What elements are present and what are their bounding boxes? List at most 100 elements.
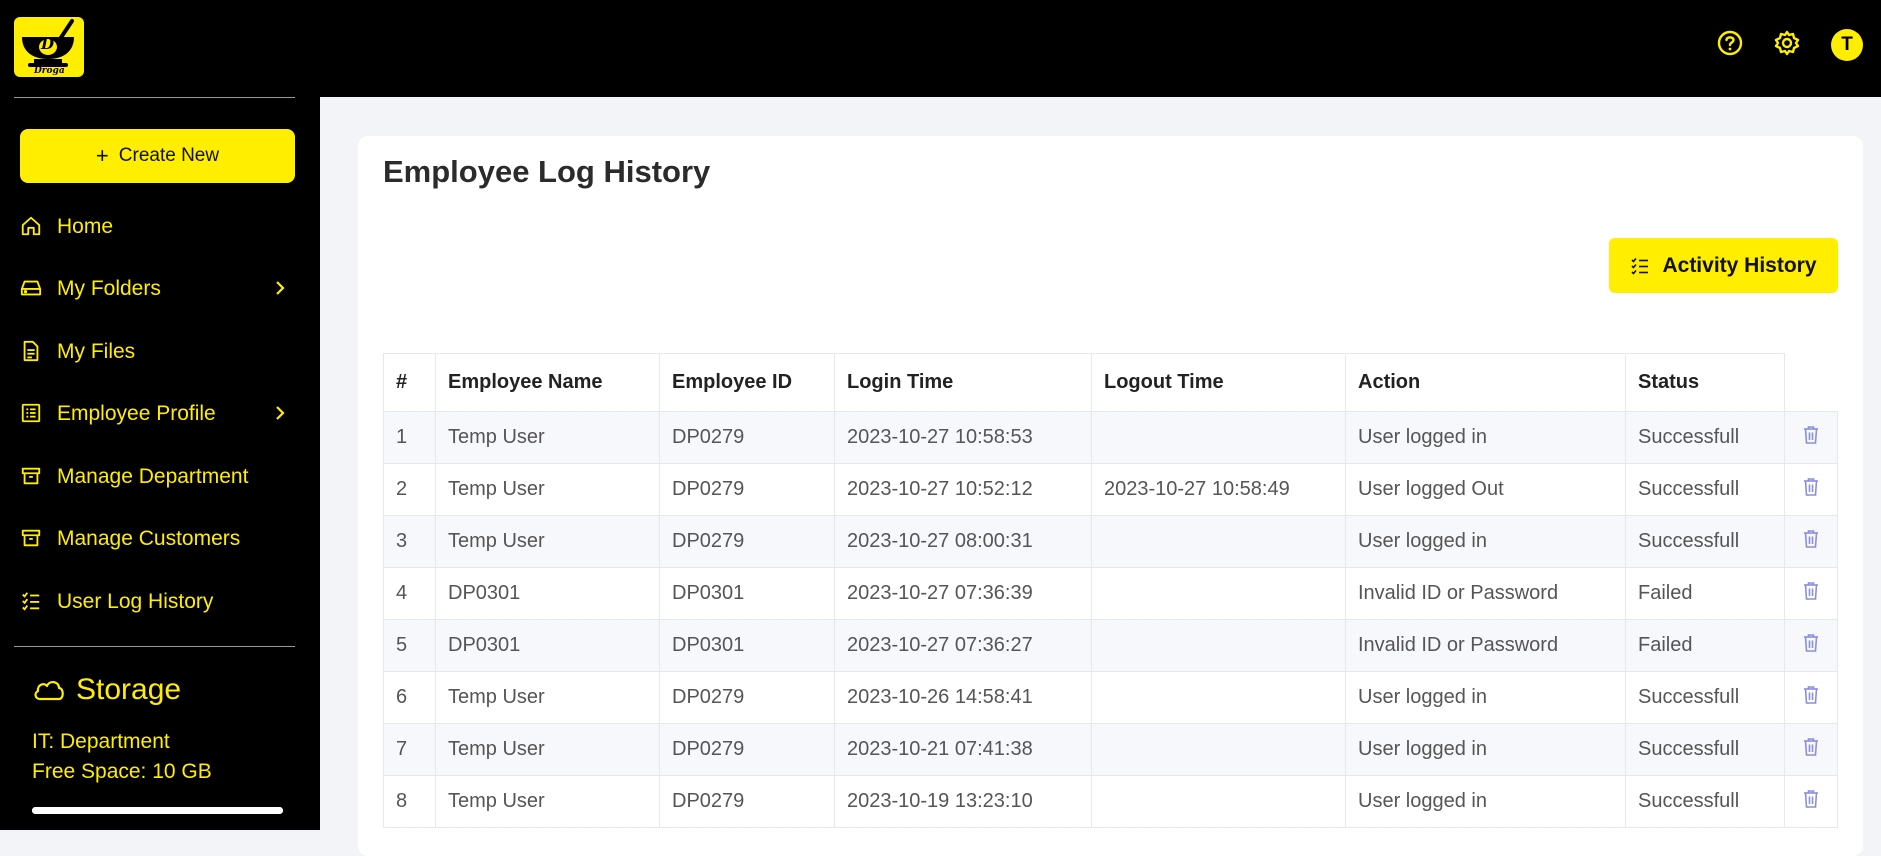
column-header[interactable]: Employee ID bbox=[659, 353, 835, 412]
table-cell: DP0301 bbox=[435, 619, 660, 672]
logo-letter: D bbox=[41, 35, 55, 53]
table-cell: 2023-10-27 10:52:12 bbox=[834, 463, 1092, 516]
column-header[interactable]: Login Time bbox=[834, 353, 1092, 412]
table-row[interactable]: 7 Temp User DP0279 2023-10-21 07:41:38 User … bbox=[383, 723, 1838, 776]
table-cell-actions bbox=[1784, 411, 1838, 464]
trash-icon[interactable] bbox=[1802, 477, 1820, 497]
table-cell: DP0301 bbox=[659, 619, 835, 672]
table-cell: 2023-10-27 10:58:49 bbox=[1091, 463, 1346, 516]
table-cell: Invalid ID or Password bbox=[1345, 567, 1626, 620]
table-cell: 2 bbox=[383, 463, 436, 516]
table-cell: 4 bbox=[383, 567, 436, 620]
table-cell-actions bbox=[1784, 463, 1838, 516]
sidebar-item-user-log-history[interactable]: User Log History bbox=[20, 582, 300, 622]
column-header[interactable]: # bbox=[383, 353, 436, 412]
table-row[interactable]: 1 Temp User DP0279 2023-10-27 10:58:53 User … bbox=[383, 411, 1838, 464]
column-header[interactable]: Logout Time bbox=[1091, 353, 1346, 412]
table-cell bbox=[1091, 619, 1346, 672]
table-cell: DP0279 bbox=[659, 723, 835, 776]
table-row[interactable]: 5 DP0301 DP0301 2023-10-27 07:36:27 Invalid … bbox=[383, 619, 1838, 672]
sidebar-item-manage-customers[interactable]: Manage Customers bbox=[20, 519, 300, 559]
table-row[interactable]: 3 Temp User DP0279 2023-10-27 08:00:31 User … bbox=[383, 515, 1838, 568]
table-cell: DP0301 bbox=[435, 567, 660, 620]
settings-button[interactable] bbox=[1771, 27, 1803, 59]
employee-log-table: # Employee Name Employee ID Login Time Logou… bbox=[383, 353, 1838, 828]
table-cell: DP0279 bbox=[659, 775, 835, 828]
storage-title-label: Storage bbox=[76, 673, 182, 706]
sidebar-item-label: Manage Department bbox=[57, 465, 249, 488]
table-cell: User logged in bbox=[1345, 515, 1626, 568]
table-cell-actions bbox=[1784, 567, 1838, 620]
sidebar-item-manage-department[interactable]: Manage Department bbox=[20, 457, 300, 497]
table-cell: 5 bbox=[383, 619, 436, 672]
archive-icon bbox=[20, 465, 44, 489]
table-row[interactable]: 4 DP0301 DP0301 2023-10-27 07:36:39 Invalid … bbox=[383, 567, 1838, 620]
table-cell: 2023-10-27 07:36:39 bbox=[834, 567, 1092, 620]
sidebar-item-home[interactable]: Home bbox=[20, 207, 300, 247]
create-new-label: Create New bbox=[118, 145, 220, 166]
avatar[interactable]: T bbox=[1831, 29, 1863, 61]
activity-history-button[interactable]: Activity History bbox=[1609, 238, 1838, 293]
table-cell: User logged Out bbox=[1345, 463, 1626, 516]
storage-title: Storage bbox=[32, 673, 181, 707]
create-new-button[interactable]: + Create New bbox=[20, 129, 295, 183]
sidebar-item-label: My Files bbox=[57, 340, 136, 363]
trash-icon[interactable] bbox=[1802, 581, 1820, 601]
trash-icon[interactable] bbox=[1802, 425, 1820, 445]
table-row[interactable]: 6 Temp User DP0279 2023-10-26 14:58:41 User … bbox=[383, 671, 1838, 724]
table-cell bbox=[1091, 567, 1346, 620]
column-header[interactable]: Action bbox=[1345, 353, 1626, 412]
table-cell: 3 bbox=[383, 515, 436, 568]
storage-free-space: Free Space: 10 GB bbox=[32, 760, 212, 783]
help-button[interactable] bbox=[1714, 27, 1746, 59]
help-icon bbox=[1717, 30, 1743, 56]
storage-department: IT: Department bbox=[32, 730, 170, 753]
table-cell-actions bbox=[1784, 723, 1838, 776]
table-cell: 2023-10-26 14:58:41 bbox=[834, 671, 1092, 724]
table-cell: Temp User bbox=[435, 775, 660, 828]
sidebar-item-my-folders[interactable]: My Folders bbox=[20, 269, 300, 309]
column-header-actions bbox=[1784, 353, 1838, 412]
table-row[interactable]: 8 Temp User DP0279 2023-10-19 13:23:10 User … bbox=[383, 775, 1838, 828]
table-cell: Invalid ID or Password bbox=[1345, 619, 1626, 672]
table-cell-actions bbox=[1784, 619, 1838, 672]
table-cell: 7 bbox=[383, 723, 436, 776]
table-cell bbox=[1091, 723, 1346, 776]
list-check-icon bbox=[20, 590, 44, 614]
sidebar-item-employee-profile[interactable]: Employee Profile bbox=[20, 394, 300, 434]
table-cell: 6 bbox=[383, 671, 436, 724]
table-cell bbox=[1091, 775, 1346, 828]
table-cell: Successfull bbox=[1625, 671, 1785, 724]
drive-icon bbox=[20, 277, 44, 301]
sidebar-item-label: My Folders bbox=[57, 277, 161, 300]
chevron-right-icon bbox=[276, 281, 285, 295]
table-cell: User logged in bbox=[1345, 775, 1626, 828]
table-row[interactable]: 2 Temp User DP0279 2023-10-27 10:52:12 2023-… bbox=[383, 463, 1838, 516]
table-cell: 2023-10-19 13:23:10 bbox=[834, 775, 1092, 828]
table-cell-actions bbox=[1784, 515, 1838, 568]
sidebar-item-my-files[interactable]: My Files bbox=[20, 332, 300, 372]
app-logo[interactable]: D Droga bbox=[14, 17, 84, 77]
sidebar-item-label: User Log History bbox=[57, 590, 214, 613]
trash-icon[interactable] bbox=[1802, 789, 1820, 809]
archive-icon bbox=[20, 527, 44, 551]
table-cell: DP0279 bbox=[659, 411, 835, 464]
table-cell: Successfull bbox=[1625, 515, 1785, 568]
table-cell: Failed bbox=[1625, 567, 1785, 620]
sidebar-item-label: Employee Profile bbox=[57, 402, 216, 425]
chevron-right-icon bbox=[276, 406, 285, 420]
table-header-row: # Employee Name Employee ID Login Time Logou… bbox=[383, 353, 1838, 412]
trash-icon[interactable] bbox=[1802, 685, 1820, 705]
table-cell: Temp User bbox=[435, 411, 660, 464]
trash-icon[interactable] bbox=[1802, 633, 1820, 653]
table-cell: 2023-10-27 07:36:27 bbox=[834, 619, 1092, 672]
storage-usage-bar bbox=[32, 807, 283, 814]
column-header[interactable]: Employee Name bbox=[435, 353, 660, 412]
activity-history-label: Activity History bbox=[1662, 253, 1817, 277]
trash-icon[interactable] bbox=[1802, 529, 1820, 549]
home-icon bbox=[20, 215, 44, 239]
trash-icon[interactable] bbox=[1802, 737, 1820, 757]
column-header[interactable]: Status bbox=[1625, 353, 1785, 412]
table-cell bbox=[1091, 671, 1346, 724]
table-cell: User logged in bbox=[1345, 723, 1626, 776]
